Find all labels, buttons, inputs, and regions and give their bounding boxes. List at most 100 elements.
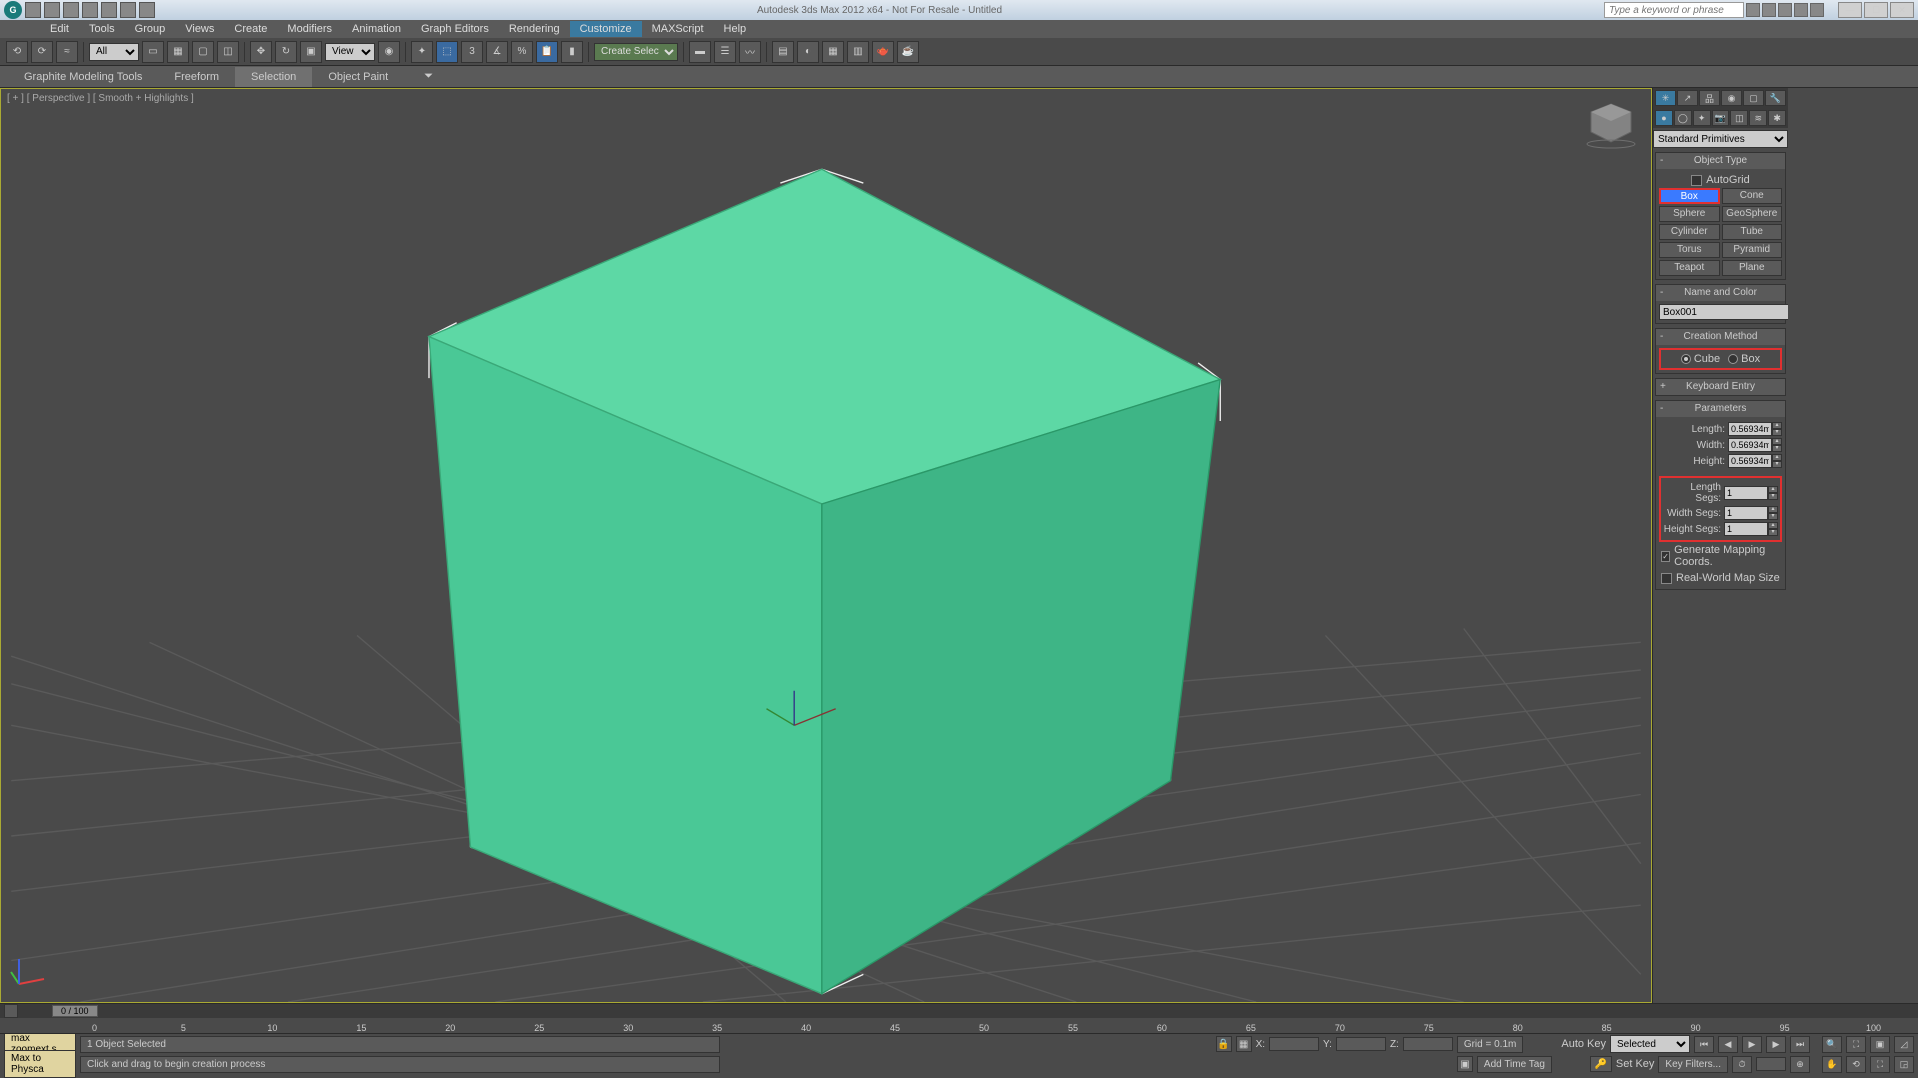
orbit-icon[interactable]: ⟲ — [1846, 1056, 1866, 1073]
named-selection-dropdown[interactable]: Create Selection S — [594, 43, 678, 61]
fov-icon[interactable]: ◿ — [1894, 1036, 1914, 1053]
objtype-geosphere[interactable]: GeoSphere — [1722, 206, 1783, 222]
selection-filter-dropdown[interactable]: All — [89, 43, 139, 61]
play-icon[interactable]: ▶ — [1742, 1036, 1762, 1053]
menu-graph-editors[interactable]: Graph Editors — [411, 21, 499, 37]
height-up-icon[interactable]: ▴ — [1772, 454, 1782, 461]
menu-group[interactable]: Group — [125, 21, 176, 37]
minimize-button[interactable]: — — [1838, 2, 1862, 18]
time-config-icon[interactable]: ⏱ — [1732, 1056, 1752, 1073]
menu-create[interactable]: Create — [224, 21, 277, 37]
zoom-all-icon[interactable]: ⛶ — [1846, 1036, 1866, 1053]
objtype-pyramid[interactable]: Pyramid — [1722, 242, 1783, 258]
material-icon[interactable]: ◐ — [797, 41, 819, 63]
genmap-checkbox[interactable]: ✓ — [1661, 551, 1670, 562]
object-type-header[interactable]: Object Type — [1656, 153, 1785, 169]
menu-rendering[interactable]: Rendering — [499, 21, 570, 37]
spinner-snap-icon[interactable]: % — [511, 41, 533, 63]
height-down-icon[interactable]: ▾ — [1772, 461, 1782, 468]
ref-coord-dropdown[interactable]: View — [325, 43, 375, 61]
z-input[interactable] — [1403, 1037, 1453, 1051]
add-timetag-button[interactable]: Add Time Tag — [1477, 1056, 1552, 1073]
more-icon[interactable] — [139, 2, 155, 18]
utilities-tab-icon[interactable]: 🔧 — [1765, 90, 1786, 106]
open-icon[interactable] — [44, 2, 60, 18]
snap-toggle-icon[interactable]: ⬚ — [436, 41, 458, 63]
height-spinner[interactable] — [1728, 454, 1772, 468]
cameras-cat-icon[interactable]: 📷 — [1712, 110, 1730, 126]
select-icon[interactable]: ▭ — [142, 41, 164, 63]
width-spinner[interactable] — [1728, 438, 1772, 452]
link-icon[interactable] — [120, 2, 136, 18]
scale-icon[interactable]: ▣ — [300, 41, 322, 63]
parameters-header[interactable]: Parameters — [1656, 401, 1785, 417]
ribbon-tab-selection[interactable]: Selection — [235, 67, 312, 87]
shapes-cat-icon[interactable]: ◯ — [1674, 110, 1692, 126]
length-spinner[interactable] — [1728, 422, 1772, 436]
objtype-plane[interactable]: Plane — [1722, 260, 1783, 276]
goto-end-icon[interactable]: ⏭ — [1790, 1036, 1810, 1053]
display-tab-icon[interactable]: ▢ — [1743, 90, 1764, 106]
objtype-tube[interactable]: Tube — [1722, 224, 1783, 240]
lock-icon[interactable]: 🔒 — [1216, 1036, 1232, 1052]
timeline-config-icon[interactable] — [4, 1004, 18, 1018]
keyfilters-button[interactable]: Key Filters... — [1658, 1056, 1728, 1073]
help-community-icon[interactable] — [1762, 3, 1776, 17]
render-setup-icon[interactable]: ▦ — [822, 41, 844, 63]
objtype-torus[interactable]: Torus — [1659, 242, 1720, 258]
spacewarps-cat-icon[interactable]: ≋ — [1749, 110, 1767, 126]
x-input[interactable] — [1269, 1037, 1319, 1051]
helpers-cat-icon[interactable]: ◫ — [1730, 110, 1748, 126]
timetag-icon[interactable]: ▣ — [1457, 1056, 1473, 1072]
pivot-icon[interactable]: ◉ — [378, 41, 400, 63]
maximize-button[interactable]: ☐ — [1864, 2, 1888, 18]
selection-lock-icon[interactable]: ▦ — [1236, 1036, 1252, 1052]
hsegs-spinner[interactable] — [1724, 522, 1768, 536]
current-frame-input[interactable] — [1756, 1057, 1786, 1071]
menu-tools[interactable]: Tools — [79, 21, 125, 37]
render-prod-icon[interactable]: ☕ — [897, 41, 919, 63]
keyboard-entry-header[interactable]: Keyboard Entry — [1656, 379, 1785, 395]
menu-modifiers[interactable]: Modifiers — [277, 21, 342, 37]
ribbon-tab-object-paint[interactable]: Object Paint — [312, 67, 404, 87]
autokey-dropdown[interactable]: Selected — [1610, 1035, 1690, 1053]
lights-cat-icon[interactable]: ✦ — [1693, 110, 1711, 126]
frame-indicator[interactable]: 0 / 100 — [52, 1005, 98, 1017]
cube-radio[interactable]: Cube — [1681, 353, 1720, 365]
curve-editor-icon[interactable]: 〰 — [739, 41, 761, 63]
ribbon-tab-graphite-modeling-tools[interactable]: Graphite Modeling Tools — [8, 67, 158, 87]
create-tab-icon[interactable]: ✳ — [1655, 90, 1676, 106]
move-icon[interactable]: ✥ — [250, 41, 272, 63]
link-tool-icon[interactable]: ⟲ — [6, 41, 28, 63]
goto-start-icon[interactable]: ⏮ — [1694, 1036, 1714, 1053]
ribbon-expand-icon[interactable]: ⏷ — [424, 70, 433, 83]
objtype-box[interactable]: Box — [1659, 188, 1720, 204]
align-icon[interactable]: ▬ — [689, 41, 711, 63]
object-name-input[interactable] — [1659, 304, 1799, 320]
objtype-cylinder[interactable]: Cylinder — [1659, 224, 1720, 240]
star-icon[interactable] — [1794, 3, 1808, 17]
bind-tool-icon[interactable]: ≈ — [56, 41, 78, 63]
perspective-viewport[interactable]: [ + ] [ Perspective ] [ Smooth + Highlig… — [0, 88, 1652, 1003]
menu-customize[interactable]: Customize — [570, 21, 642, 37]
manipulate-icon[interactable]: ✦ — [411, 41, 433, 63]
favorites-icon[interactable] — [1778, 3, 1792, 17]
rotate-icon[interactable]: ↻ — [275, 41, 297, 63]
undo-icon[interactable] — [82, 2, 98, 18]
next-frame-icon[interactable]: ▶ — [1766, 1036, 1786, 1053]
menu-edit[interactable]: Edit — [40, 21, 79, 37]
lsegs-down-icon[interactable]: ▾ — [1768, 493, 1778, 500]
select-name-icon[interactable]: ▦ — [167, 41, 189, 63]
length-up-icon[interactable]: ▴ — [1772, 422, 1782, 429]
ribbon-tab-freeform[interactable]: Freeform — [158, 67, 235, 87]
width-down-icon[interactable]: ▾ — [1772, 445, 1782, 452]
percent-snap-icon[interactable]: ∡ — [486, 41, 508, 63]
mirror-icon[interactable]: ▮ — [561, 41, 583, 63]
min-max-icon[interactable]: ◲ — [1894, 1056, 1914, 1073]
wsegs-down-icon[interactable]: ▾ — [1768, 513, 1778, 520]
schematic-icon[interactable]: ▤ — [772, 41, 794, 63]
objtype-cone[interactable]: Cone — [1722, 188, 1783, 204]
time-ruler[interactable]: 0510152025303540455055606570758085909510… — [0, 1018, 1918, 1034]
lsegs-up-icon[interactable]: ▴ — [1768, 486, 1778, 493]
prev-frame-icon[interactable]: ◀ — [1718, 1036, 1738, 1053]
